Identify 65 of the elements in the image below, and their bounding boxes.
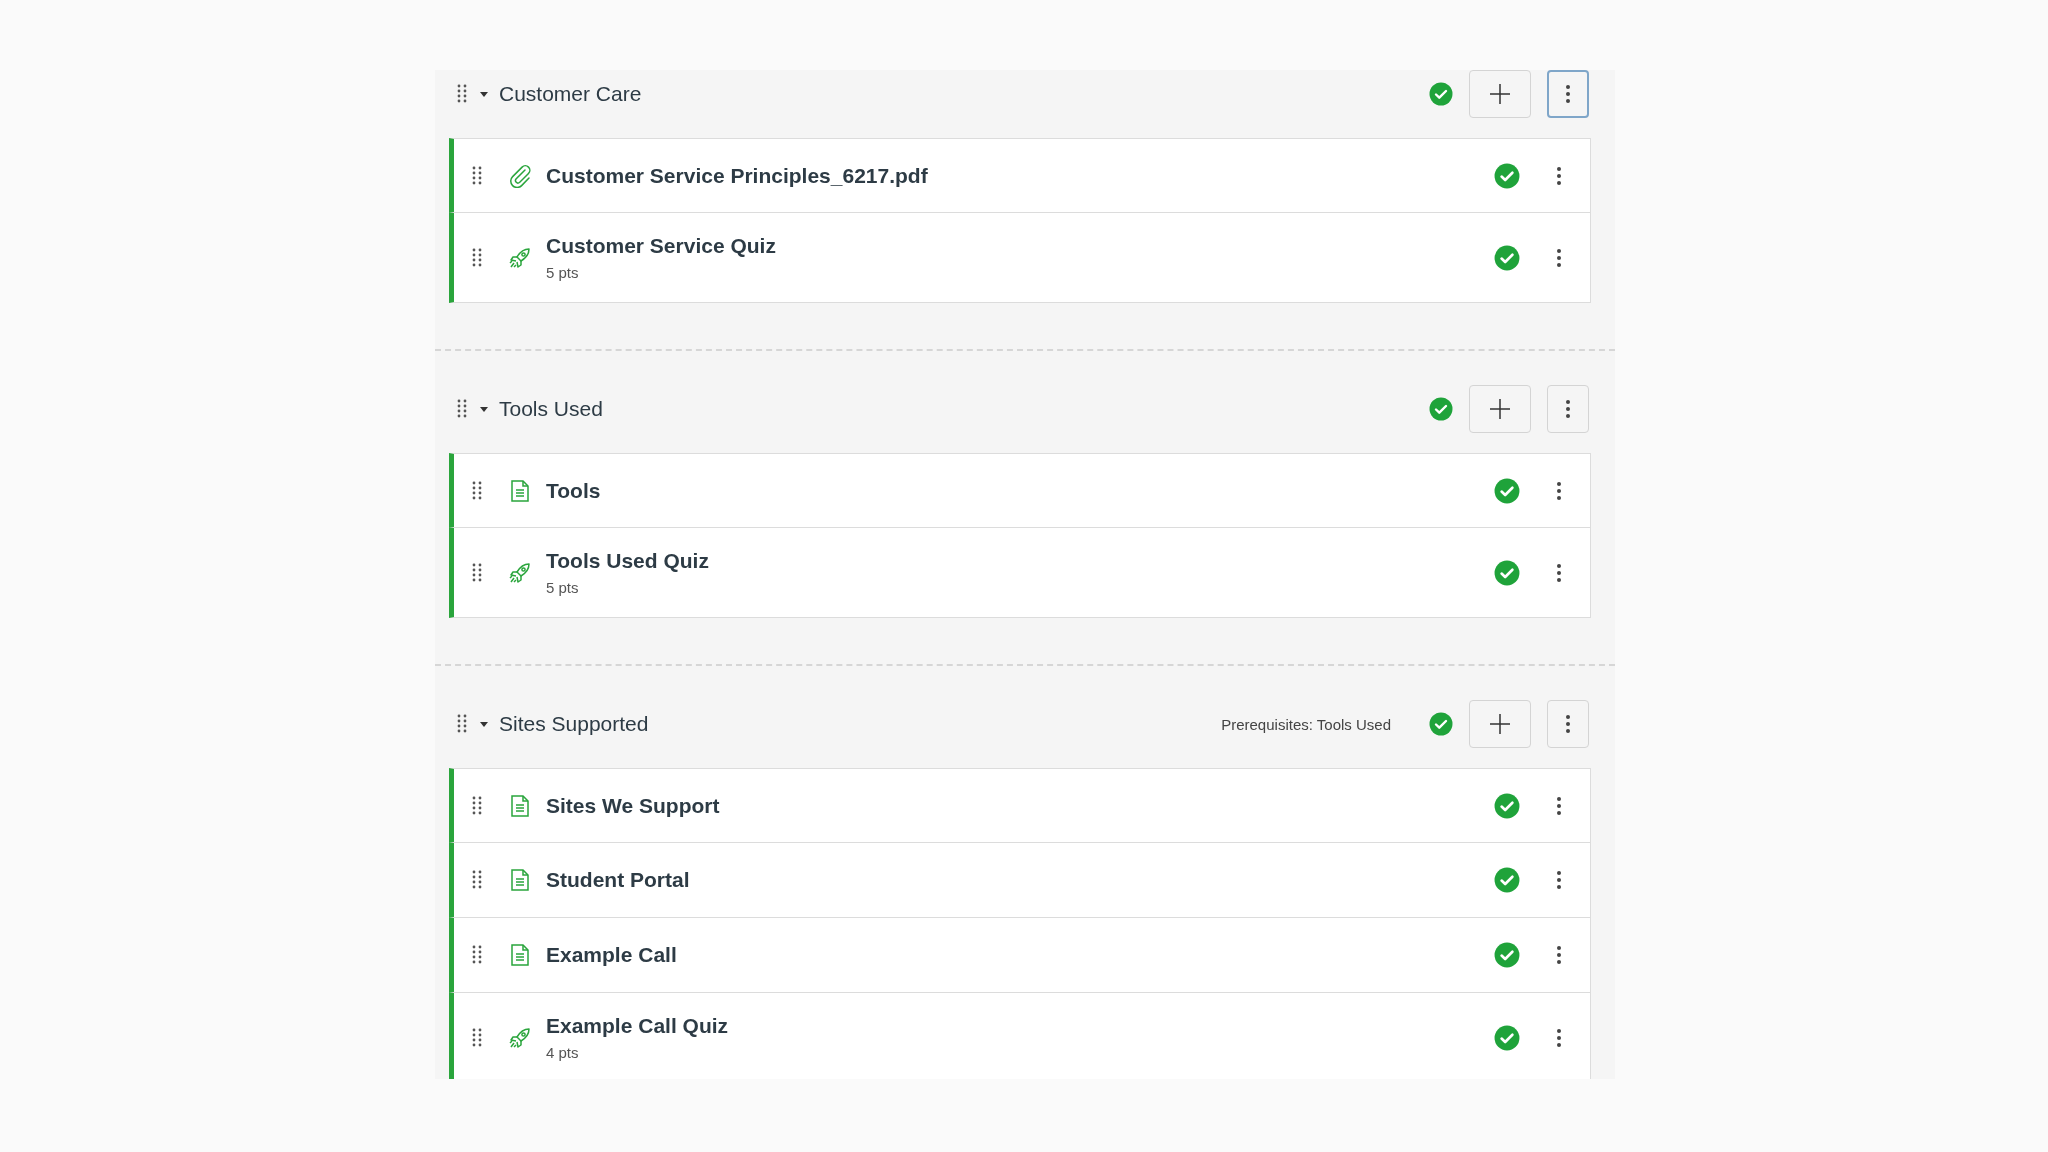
document-icon [509, 868, 531, 892]
plus-icon [1489, 398, 1511, 420]
caret-icon[interactable] [479, 719, 489, 729]
drag-handle-icon[interactable] [457, 398, 467, 420]
drag-handle-icon[interactable] [472, 246, 482, 269]
published-check-icon[interactable] [1429, 82, 1453, 106]
rocket-icon [508, 560, 532, 585]
published-check-icon[interactable] [1494, 867, 1520, 893]
drag-handle-icon[interactable] [472, 479, 482, 502]
kebab-menu-icon [1556, 945, 1562, 965]
kebab-menu-icon [1556, 562, 1562, 583]
add-item-button[interactable] [1469, 70, 1531, 118]
kebab-menu-icon [1556, 795, 1562, 816]
item-title[interactable]: Tools Used Quiz [546, 549, 709, 573]
drag-handle-icon[interactable] [472, 561, 482, 584]
item-points: 4 pts [546, 1044, 579, 1061]
published-check-icon[interactable] [1429, 712, 1453, 736]
document-icon [509, 478, 531, 503]
prerequisites-label: Prerequisites: Tools Used [1221, 715, 1391, 733]
published-check-icon[interactable] [1494, 244, 1520, 271]
published-check-icon[interactable] [1494, 559, 1520, 586]
item-title[interactable]: Sites We Support [546, 793, 720, 818]
caret-icon[interactable] [479, 404, 489, 414]
plus-icon [1489, 713, 1511, 735]
published-check-icon[interactable] [1494, 162, 1520, 189]
rocket-icon [508, 1025, 532, 1050]
kebab-menu-icon [1565, 714, 1571, 734]
document-icon [509, 793, 531, 818]
item-title[interactable]: Customer Service Principles_6217.pdf [546, 163, 928, 188]
item-title[interactable]: Customer Service Quiz [546, 234, 776, 258]
drag-handle-icon[interactable] [457, 83, 467, 105]
published-check-icon[interactable] [1494, 942, 1520, 968]
kebab-menu-icon [1565, 84, 1571, 104]
add-item-button[interactable] [1469, 385, 1531, 433]
kebab-menu-icon [1556, 247, 1562, 268]
paperclip-icon [508, 163, 532, 188]
plus-icon [1489, 83, 1511, 105]
module-title: Sites Supported [499, 712, 649, 736]
drag-handle-icon[interactable] [472, 164, 482, 187]
module-title: Customer Care [499, 82, 642, 106]
kebab-menu-icon [1556, 1027, 1562, 1048]
item-points: 5 pts [546, 264, 579, 281]
kebab-menu-icon [1556, 165, 1562, 186]
drag-handle-icon[interactable] [472, 1026, 482, 1049]
kebab-menu-icon [1565, 399, 1571, 419]
drag-handle-icon[interactable] [472, 794, 482, 817]
item-title[interactable]: Example Call [546, 943, 677, 967]
published-check-icon[interactable] [1494, 1024, 1520, 1051]
add-item-button[interactable] [1469, 700, 1531, 748]
drag-handle-icon[interactable] [457, 713, 467, 735]
item-title[interactable]: Tools [546, 478, 601, 503]
published-check-icon[interactable] [1494, 477, 1520, 504]
published-check-icon[interactable] [1494, 792, 1520, 819]
drag-handle-icon[interactable] [472, 869, 482, 891]
drag-handle-icon[interactable] [472, 944, 482, 966]
kebab-menu-icon [1556, 870, 1562, 890]
rocket-icon [508, 245, 532, 270]
kebab-menu-icon [1556, 480, 1562, 501]
item-points: 5 pts [546, 579, 579, 596]
module-title: Tools Used [499, 397, 603, 421]
item-title[interactable]: Example Call Quiz [546, 1014, 729, 1038]
published-check-icon[interactable] [1429, 397, 1453, 421]
document-icon [509, 943, 531, 967]
item-title[interactable]: Student Portal [546, 868, 690, 892]
caret-icon[interactable] [479, 89, 489, 99]
